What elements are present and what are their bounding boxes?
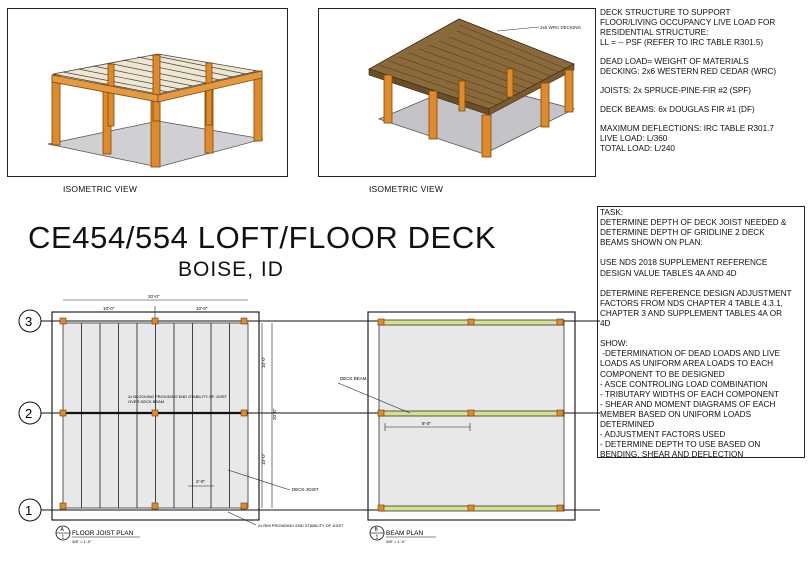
floor-post [151, 317, 159, 325]
floor-post [240, 317, 248, 325]
floor-post [240, 502, 248, 510]
beam-post [377, 318, 385, 326]
floor-blocking-note-2: OVER DECK BEAM [128, 399, 164, 404]
beam-post [377, 504, 385, 512]
floor-dim-left: 10'-0" [103, 306, 115, 311]
floor-post [151, 502, 159, 510]
floor-dim-vert-overall: 20'-0" [272, 408, 277, 420]
floor-dim-right: 10'-0" [196, 306, 208, 311]
beam-plan-caption: BEAM PLAN [386, 530, 424, 537]
floor-post [151, 409, 159, 417]
rim-leader [227, 511, 257, 526]
grid-label-1: 1 [25, 503, 32, 518]
beam-deck-beam-label: DECK BEAM [340, 376, 367, 381]
beam-post [467, 504, 475, 512]
floor-rim-note: 2x RIM PROVIDING END STABILITY OF JOIST [258, 523, 344, 528]
grid-label-2: 2 [25, 406, 32, 421]
beam-spacing-label: 8'-0" [422, 421, 431, 426]
floor-plan-caption: FLOOR JOIST PLAN [72, 530, 134, 537]
floor-tag-number: 1 [62, 535, 65, 541]
floor-dim-vert-top: 10'-0" [261, 356, 266, 368]
floor-dim-vert-bottom: 10'-0" [261, 453, 266, 465]
beam-plan-scale: 3/8" = 1'-0" [386, 539, 406, 544]
floor-post [59, 409, 67, 417]
floor-dim-overall: 20'-0" [148, 294, 160, 299]
floor-post [240, 409, 248, 417]
floor-deck-joist-label: DECK JOIST [292, 487, 319, 492]
beam-post [556, 318, 564, 326]
floor-post [59, 502, 67, 510]
beam-post [556, 504, 564, 512]
beam-post [377, 409, 385, 417]
floor-plan-scale: 3/8" = 1'-0" [72, 539, 92, 544]
plans-drawing: 3 2 1 20'-0" 10'-0" 10'-0" 10'-0" 10'-0"… [18, 294, 600, 544]
beam-post [556, 409, 564, 417]
grid-label-3: 3 [25, 314, 32, 329]
beam-post [467, 409, 475, 417]
beam-tag-number: 1 [376, 535, 379, 541]
floor-joist-spacing: 2'-0" [196, 479, 205, 484]
beam-post [467, 318, 475, 326]
floor-post [59, 317, 67, 325]
